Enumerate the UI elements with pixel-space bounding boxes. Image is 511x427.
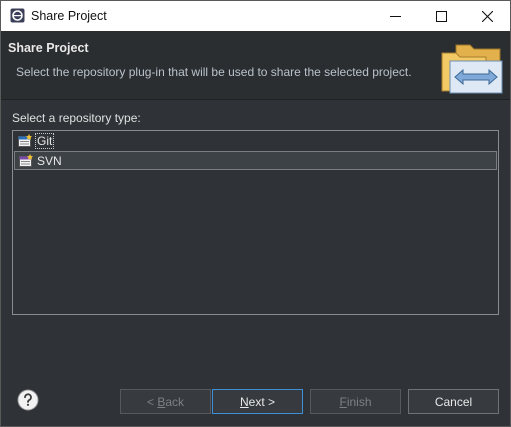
next-button-mnemonic: N — [239, 394, 249, 409]
wizard-banner: Share Project Select the repository plug… — [1, 31, 510, 100]
list-item-git[interactable]: Git — [14, 132, 497, 151]
eclipse-app-icon — [10, 8, 25, 23]
page-description: Select the repository plug-in that will … — [16, 65, 412, 79]
next-button[interactable]: Next > — [212, 389, 303, 414]
next-button-label: ext > — [248, 394, 276, 409]
cancel-button[interactable]: Cancel — [408, 389, 499, 414]
minimize-icon — [389, 15, 401, 17]
folder-share-icon — [441, 44, 503, 94]
back-button-label: ack — [165, 394, 185, 409]
cancel-button-label: Cancel — [434, 394, 473, 409]
maximize-icon — [435, 10, 447, 22]
close-icon — [481, 10, 493, 22]
git-icon — [18, 134, 32, 147]
svn-icon — [19, 154, 33, 167]
close-button[interactable] — [464, 1, 510, 31]
back-button[interactable]: < Back — [120, 389, 211, 414]
title-bar: Share Project — [1, 1, 510, 31]
list-item-svn[interactable]: SVN — [14, 151, 497, 170]
minimize-button[interactable] — [372, 1, 418, 31]
repository-type-prompt: Select a repository type: — [12, 111, 141, 125]
back-button-mnemonic: B — [157, 394, 166, 409]
help-icon[interactable] — [17, 389, 39, 411]
finish-button-label: inish — [346, 394, 372, 409]
repository-type-list[interactable]: Git SVN — [12, 130, 499, 315]
list-item-label: SVN — [37, 154, 62, 168]
back-button-prefix: < — [146, 394, 158, 409]
page-title: Share Project — [8, 41, 89, 55]
share-project-dialog: Share Project Share Project Select the r… — [0, 0, 511, 427]
list-item-label: Git — [34, 133, 55, 149]
maximize-button[interactable] — [418, 1, 464, 31]
finish-button[interactable]: Finish — [310, 389, 401, 414]
finish-button-mnemonic: F — [339, 394, 347, 409]
window-title: Share Project — [31, 9, 107, 23]
